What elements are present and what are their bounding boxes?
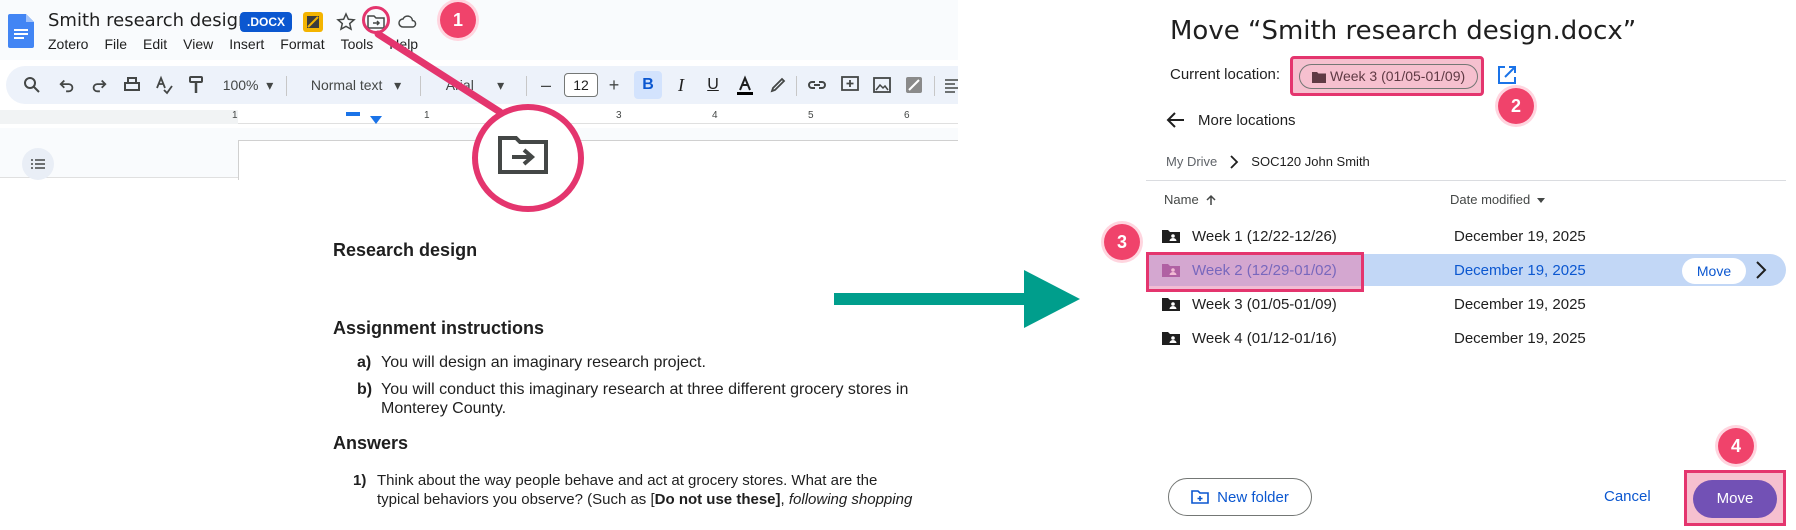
folder-date: December 19, 2025 [1454, 330, 1586, 347]
shared-folder-icon [1162, 230, 1180, 243]
sort-ascending-icon [1206, 194, 1216, 205]
step-badge-4: 4 [1718, 428, 1754, 464]
row-move-button[interactable]: Move [1682, 258, 1746, 284]
new-folder-label: New folder [1217, 488, 1289, 506]
chevron-right-icon [1230, 154, 1239, 169]
dialog-title: Move “Smith research design.docx” [1170, 16, 1637, 46]
shared-folder-icon [1162, 298, 1180, 311]
folder-date: December 19, 2025 [1454, 228, 1586, 245]
column-header-name[interactable]: Name [1164, 192, 1217, 207]
current-location-chip[interactable]: Week 3 (01/05-01/09) [1299, 64, 1479, 89]
folder-name: Week 1 (12/22-12/26) [1192, 228, 1337, 245]
folder-name: Week 3 (01/05-01/09) [1192, 296, 1337, 313]
folder-name: Week 4 (01/12-01/16) [1192, 330, 1337, 347]
callout-small-circle [362, 6, 390, 34]
column-date-label: Date modified [1450, 192, 1531, 207]
open-location-icon[interactable] [1496, 64, 1518, 86]
divider [1146, 180, 1786, 181]
step-badge-2: 2 [1498, 88, 1534, 124]
step-badge-3: 3 [1104, 224, 1140, 260]
step-badge-1: 1 [440, 2, 476, 38]
folder-row[interactable]: Week 1 (12/22-12/26) December 19, 2025 [1146, 220, 1786, 252]
selected-row-highlight [1146, 252, 1364, 292]
back-arrow-icon [1166, 112, 1184, 128]
dropdown-caret-icon [1537, 197, 1546, 203]
document-pane: Smith research design .DOCX Zotero File … [0, 0, 958, 530]
folder-date: December 19, 2025 [1454, 296, 1586, 313]
breadcrumb-current[interactable]: SOC120 John Smith [1251, 154, 1370, 169]
cancel-button[interactable]: Cancel [1604, 488, 1651, 505]
move-folder-zoomed-icon [498, 136, 548, 174]
current-location-highlight: Week 3 (01/05-01/09) [1290, 56, 1484, 96]
new-folder-button[interactable]: New folder [1168, 478, 1312, 516]
more-locations-button[interactable]: More locations [1164, 108, 1296, 132]
column-header-date[interactable]: Date modified [1450, 192, 1546, 207]
more-locations-label: More locations [1198, 111, 1296, 129]
breadcrumb-my-drive[interactable]: My Drive [1166, 154, 1217, 169]
column-name-label: Name [1164, 192, 1199, 207]
folder-icon [1312, 72, 1326, 83]
chevron-right-icon[interactable] [1754, 260, 1768, 280]
breadcrumb: My Drive SOC120 John Smith [1166, 154, 1370, 169]
move-button-highlight: Move [1684, 470, 1786, 526]
move-dialog: Move “Smith research design.docx” Curren… [1104, 0, 1796, 530]
shared-folder-icon [1162, 332, 1180, 345]
transition-arrow-icon [834, 270, 1080, 328]
folder-row[interactable]: Week 3 (01/05-01/09) December 19, 2025 [1146, 288, 1786, 320]
folder-date: December 19, 2025 [1454, 262, 1586, 279]
new-folder-icon [1191, 490, 1209, 504]
move-button[interactable]: Move [1693, 480, 1777, 518]
callout-connector [374, 30, 504, 116]
current-location-label: Current location: [1170, 66, 1281, 83]
folder-row[interactable]: Week 4 (01/12-01/16) December 19, 2025 [1146, 322, 1786, 354]
current-location-value: Week 3 (01/05-01/09) [1330, 68, 1466, 84]
